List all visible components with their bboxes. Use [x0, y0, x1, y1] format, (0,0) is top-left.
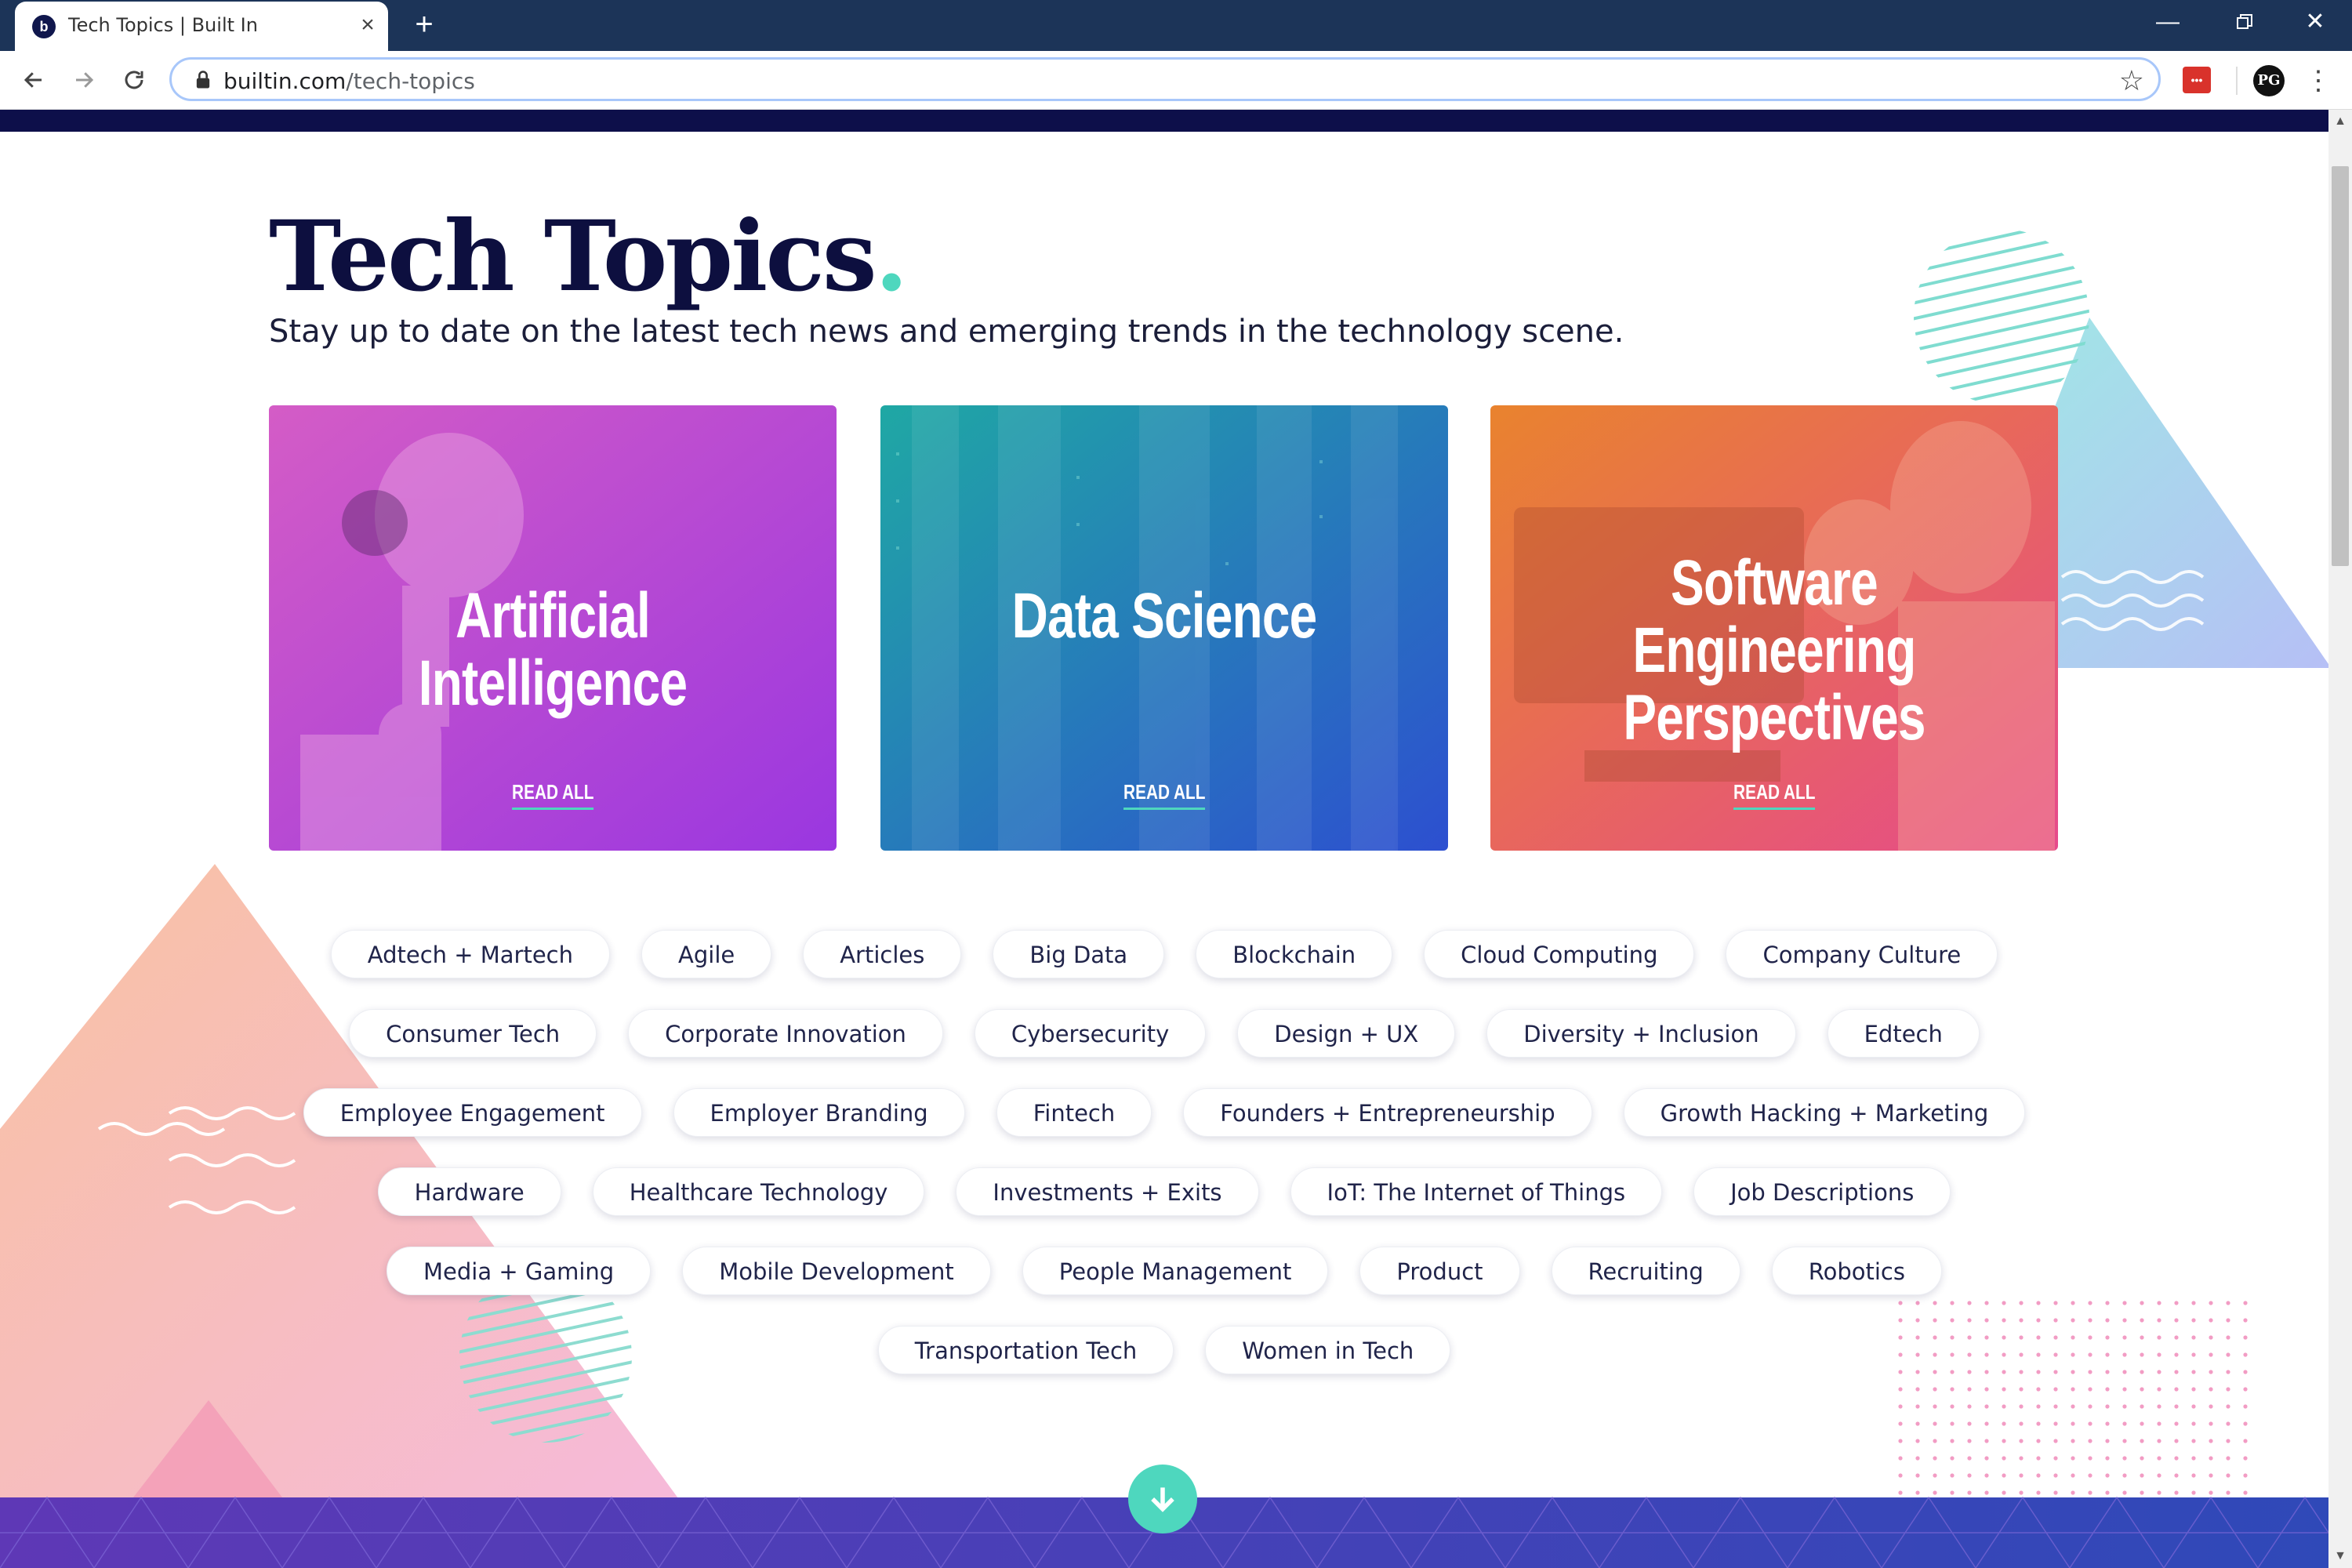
- page-title-text: Tech Topics: [269, 200, 877, 314]
- scroll-up-arrow-icon[interactable]: ▲: [2328, 110, 2352, 133]
- scroll-down-button[interactable]: [1128, 1465, 1197, 1534]
- page-scrollbar[interactable]: ▲ ▼: [2328, 110, 2352, 1568]
- read-all-link[interactable]: READ ALL: [1490, 780, 2058, 810]
- card-title: Data Science: [1011, 580, 1318, 652]
- topic-card-artificial-intelligence[interactable]: Artificial Intelligence READ ALL: [269, 405, 837, 851]
- topic-tag[interactable]: Transportation Tech: [877, 1326, 1174, 1374]
- url-host: builtin.com: [223, 68, 347, 94]
- topic-tag[interactable]: Mobile Development: [682, 1247, 991, 1295]
- card-title: Software Engineering Perspectives: [1553, 550, 1996, 752]
- topic-tag[interactable]: Articles: [803, 930, 962, 978]
- topic-tag[interactable]: Employer Branding: [673, 1088, 965, 1137]
- topic-tag[interactable]: Investments + Exits: [956, 1167, 1259, 1216]
- browser-tab-active[interactable]: b Tech Topics | Built In ×: [15, 2, 388, 51]
- minimize-window-icon[interactable]: —: [2132, 0, 2203, 47]
- back-arrow-icon[interactable]: [16, 62, 52, 98]
- forward-arrow-icon[interactable]: [66, 62, 102, 98]
- topic-tag[interactable]: Cloud Computing: [1424, 930, 1695, 978]
- topic-tag[interactable]: Media + Gaming: [387, 1247, 652, 1295]
- tag-row: Media + Gaming Mobile Development People M…: [269, 1247, 2060, 1326]
- topic-tag[interactable]: Recruiting: [1551, 1247, 1740, 1295]
- browser-toolbar: builtin.com/tech-topics ☆ ••• PG ⋮: [0, 51, 2352, 110]
- browser-tab-bar: b Tech Topics | Built In × + — ✕: [0, 0, 2352, 51]
- page-viewport: Tech Topics. Stay up to date on the late…: [0, 110, 2328, 1568]
- topic-tag[interactable]: Adtech + Martech: [330, 930, 611, 978]
- topic-tag[interactable]: Agile: [641, 930, 772, 978]
- tag-row: Transportation Tech Women in Tech: [269, 1326, 2060, 1405]
- topic-tag[interactable]: Women in Tech: [1205, 1326, 1451, 1374]
- topic-tag[interactable]: Blockchain: [1196, 930, 1393, 978]
- card-title: Artificial Intelligence: [418, 580, 688, 719]
- tag-row: Consumer Tech Corporate Innovation Cyberse…: [269, 1009, 2060, 1088]
- read-all-label: READ ALL: [1733, 780, 1816, 810]
- browser-menu-kebab-icon[interactable]: ⋮: [2305, 64, 2332, 98]
- address-bar[interactable]: builtin.com/tech-topics ☆: [169, 57, 2161, 101]
- topic-tag[interactable]: IoT: The Internet of Things: [1290, 1167, 1663, 1216]
- extension-icon[interactable]: •••: [2183, 67, 2211, 93]
- topic-tag[interactable]: Robotics: [1771, 1247, 1942, 1295]
- tag-row: Employee Engagement Employer Branding Fint…: [269, 1088, 2060, 1167]
- topic-tag[interactable]: Edtech: [1827, 1009, 1980, 1058]
- reload-icon[interactable]: [116, 62, 152, 98]
- tag-row: Hardware Healthcare Technology Investments…: [269, 1167, 2060, 1247]
- builtin-favicon-icon: b: [32, 15, 56, 38]
- arrow-down-icon: [1151, 1487, 1174, 1512]
- profile-avatar[interactable]: PG: [2253, 65, 2285, 96]
- topic-tag-list: Adtech + Martech Agile Articles Big Data Blo…: [269, 930, 2060, 1405]
- topic-tag[interactable]: Product: [1359, 1247, 1520, 1295]
- toolbar-divider: [2236, 67, 2238, 95]
- new-tab-button[interactable]: +: [406, 6, 442, 42]
- page-title: Tech Topics.: [269, 199, 909, 316]
- topic-tag[interactable]: Consumer Tech: [349, 1009, 597, 1058]
- topic-card-software-engineering[interactable]: Software Engineering Perspectives READ A…: [1490, 405, 2058, 851]
- tab-title: Tech Topics | Built In: [68, 14, 258, 36]
- read-all-label: READ ALL: [511, 780, 594, 810]
- scroll-down-arrow-icon[interactable]: ▼: [2328, 1544, 2352, 1568]
- topic-tag[interactable]: Corporate Innovation: [628, 1009, 943, 1058]
- url-path: /tech-topics: [346, 68, 475, 94]
- topic-tag[interactable]: Diversity + Inclusion: [1486, 1009, 1796, 1058]
- card-title-line-1: Software Engineering: [1632, 547, 1916, 686]
- topic-tag[interactable]: Fintech: [996, 1088, 1152, 1137]
- topic-tag[interactable]: Cybersecurity: [974, 1009, 1207, 1058]
- tag-row: Adtech + Martech Agile Articles Big Data Blo…: [269, 930, 2060, 1009]
- read-all-label: READ ALL: [1123, 780, 1206, 810]
- topic-tag[interactable]: Healthcare Technology: [592, 1167, 925, 1216]
- url-text: builtin.com/tech-topics: [223, 68, 475, 94]
- close-window-icon[interactable]: ✕: [2280, 0, 2350, 47]
- topic-tag[interactable]: Design + UX: [1237, 1009, 1456, 1058]
- topic-tag[interactable]: Growth Hacking + Marketing: [1623, 1088, 2026, 1137]
- topic-tag[interactable]: Big Data: [993, 930, 1165, 978]
- title-accent-dot: .: [874, 200, 909, 314]
- read-all-link[interactable]: READ ALL: [880, 780, 1448, 810]
- topic-tag[interactable]: Employee Engagement: [303, 1088, 642, 1137]
- tab-close-icon[interactable]: ×: [354, 11, 382, 39]
- topic-tag[interactable]: Company Culture: [1726, 930, 1998, 978]
- topic-tag[interactable]: Hardware: [377, 1167, 561, 1216]
- scrollbar-thumb[interactable]: [2332, 166, 2349, 566]
- page-subtitle: Stay up to date on the latest tech news …: [269, 314, 1624, 350]
- topic-tag[interactable]: People Management: [1022, 1247, 1329, 1295]
- topic-tag[interactable]: Founders + Entrepreneurship: [1183, 1088, 1592, 1137]
- card-title-line-2: Perspectives: [1623, 682, 1926, 753]
- topic-card-data-science[interactable]: Data Science READ ALL: [880, 405, 1448, 851]
- restore-window-icon[interactable]: [2209, 0, 2280, 47]
- bookmark-star-icon[interactable]: ☆: [2119, 64, 2144, 97]
- topic-tag[interactable]: Job Descriptions: [1693, 1167, 1951, 1216]
- read-all-link[interactable]: READ ALL: [269, 780, 837, 810]
- lock-icon: [196, 71, 210, 89]
